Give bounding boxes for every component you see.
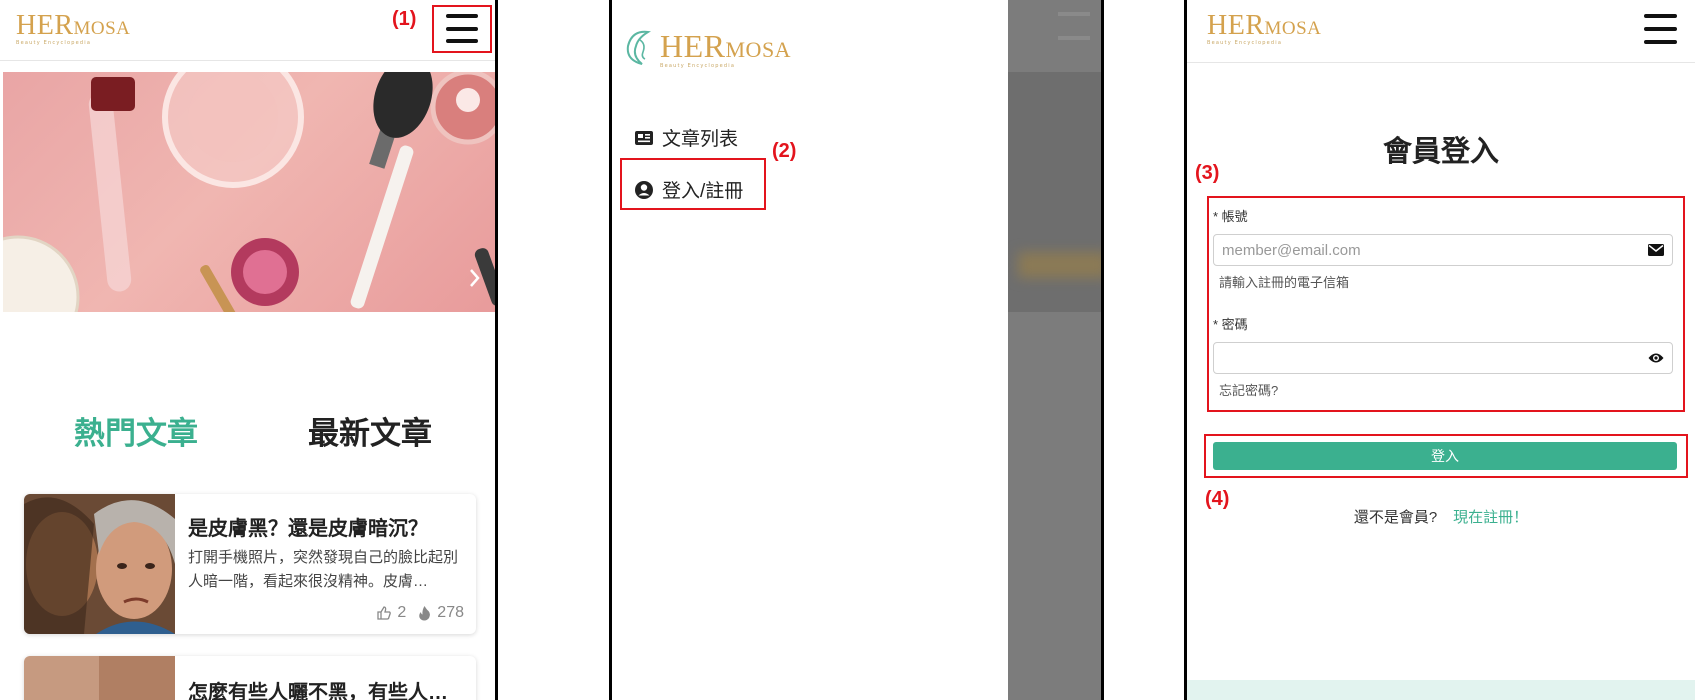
email-field[interactable]	[1213, 234, 1673, 266]
signup-prompt: 還不是會員? 現在註冊！	[1187, 506, 1695, 527]
menu-item-login-register[interactable]: 登入/註冊	[634, 176, 743, 203]
menu-item-articles[interactable]: 文章列表	[634, 124, 738, 151]
not-member-text: 還不是會員?	[1353, 509, 1438, 526]
logo[interactable]: HERMOSA Beauty Encyclopedia	[16, 10, 130, 46]
article-excerpt: 打開手機照片，突然發現自己的臉比起別人暗一階，看起來很沒精神。皮膚…	[188, 549, 459, 590]
logo-her: HER	[16, 10, 74, 41]
annotation-step-1: (1)	[392, 8, 417, 30]
hamburger-menu-button[interactable]	[1644, 14, 1677, 44]
user-circle-icon	[635, 180, 653, 199]
eye-icon[interactable]	[1648, 352, 1664, 364]
header-divider	[0, 60, 498, 61]
annotation-step-3: (3)	[1195, 162, 1220, 184]
login-button[interactable]: 登入	[1213, 442, 1677, 470]
hero-carousel-image[interactable]	[3, 72, 498, 312]
envelope-icon	[1648, 244, 1664, 256]
password-field[interactable]	[1213, 342, 1673, 374]
article-title[interactable]: 是皮膚黑？還是皮膚暗沉？	[188, 512, 428, 541]
annotation-step-2: (2)	[772, 140, 797, 162]
likes-count: 2	[397, 604, 407, 621]
account-label: * 帳號	[1213, 209, 1248, 224]
annotation-box-3	[1207, 196, 1685, 412]
logo-tagline: Beauty Encyclopedia	[660, 63, 736, 69]
panel-side-menu: HERMOSA Beauty Encyclopedia 文章列表 (2) 登入/…	[612, 0, 1104, 700]
logo-her: HER	[1207, 10, 1265, 41]
logo[interactable]: HERMOSA Beauty Encyclopedia	[622, 28, 791, 69]
page-dim-overlay[interactable]	[1008, 0, 1104, 700]
views-count: 278	[437, 604, 464, 621]
logo[interactable]: HERMOSA Beauty Encyclopedia	[1207, 10, 1321, 46]
fire-icon	[419, 606, 431, 621]
tab-latest-articles[interactable]: 最新文章	[308, 408, 432, 453]
register-link[interactable]: 現在註冊！	[1453, 509, 1528, 526]
hamburger-menu-button[interactable]	[446, 14, 478, 43]
logo-mosa: MOSA	[725, 37, 792, 62]
logo-her: HER	[660, 28, 726, 64]
article-thumbnail	[24, 494, 175, 634]
tab-hot-articles[interactable]: 熱門文章	[74, 408, 198, 453]
footer	[1187, 680, 1695, 700]
newspaper-icon	[635, 130, 653, 145]
panel-divider	[1101, 0, 1104, 700]
email-input[interactable]	[1222, 241, 1648, 259]
article-card[interactable]: 是皮膚黑？還是皮膚暗沉？ 打開手機照片，突然發現自己的臉比起別人暗一階，看起來很…	[24, 494, 476, 634]
article-stats: 2 278	[376, 604, 464, 622]
logo-emblem-icon	[626, 30, 651, 65]
logo-mosa: MOSA	[1264, 18, 1322, 39]
thumbs-up-icon[interactable]	[376, 605, 392, 621]
password-label: * 密碼	[1213, 317, 1248, 332]
menu-item-articles-label: 文章列表	[662, 129, 739, 150]
logo-mosa: MOSA	[73, 18, 131, 39]
page-title: 會員登入	[1382, 136, 1499, 168]
panel-home: HERMOSA Beauty Encyclopedia (1) 熱門文章 最新文…	[0, 0, 498, 700]
carousel-next-icon	[470, 269, 480, 287]
logo-tagline: Beauty Encyclopedia	[1207, 40, 1283, 46]
panel-divider	[495, 0, 498, 700]
panel-login: HERMOSA Beauty Encyclopedia 會員登入 (3) * 帳…	[1187, 0, 1695, 700]
menu-item-login-label: 登入/註冊	[662, 181, 744, 202]
header-divider	[1187, 62, 1695, 63]
email-hint: 請輸入註冊的電子信箱	[1219, 275, 1350, 290]
article-thumbnail	[24, 656, 175, 700]
password-input[interactable]	[1222, 349, 1648, 367]
article-card[interactable]: 怎麼有些人曬不黑，有些人…	[24, 656, 476, 700]
forgot-password-link[interactable]: 忘記密碼?	[1219, 380, 1278, 399]
logo-tagline: Beauty Encyclopedia	[16, 40, 92, 46]
article-title[interactable]: 怎麼有些人曬不黑，有些人…	[188, 676, 448, 700]
cosmetics-illustration	[3, 72, 498, 312]
